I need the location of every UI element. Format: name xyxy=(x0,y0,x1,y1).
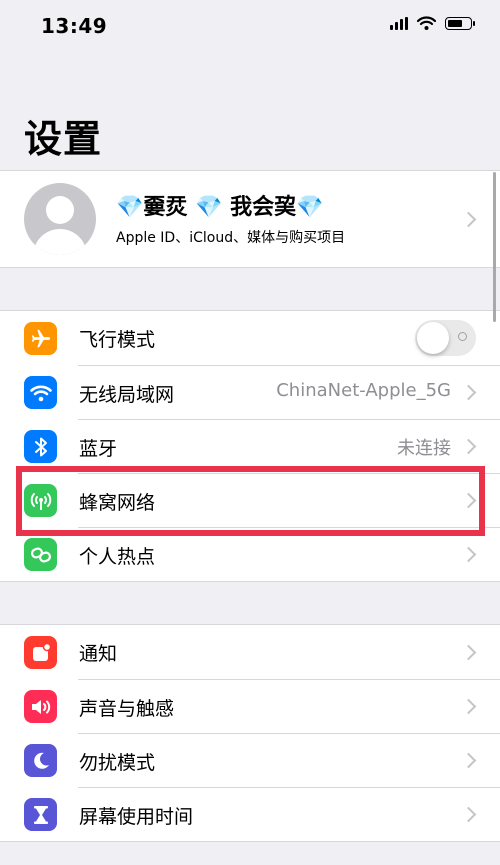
hotspot-icon xyxy=(24,538,57,571)
wifi-icon xyxy=(24,376,57,409)
row-label: 飞行模式 xyxy=(79,329,156,351)
settings-row-airplane-mode[interactable]: 飞行模式 xyxy=(0,311,500,365)
profile-subtitle: Apple ID、iCloud、媒体与购买项目 xyxy=(116,230,346,246)
status-icons xyxy=(390,16,475,30)
bluetooth-status: 未连接 xyxy=(397,438,451,459)
avatar xyxy=(24,183,96,255)
status-time: 13:49 xyxy=(41,14,108,38)
cellular-highlight-annotation xyxy=(16,466,485,536)
status-bar: 13:49 xyxy=(0,0,500,56)
settings-row-sounds[interactable]: 声音与触感 xyxy=(0,679,500,733)
row-label: 通知 xyxy=(79,643,118,665)
row-label: 蓝牙 xyxy=(79,438,118,460)
row-label: 个人热点 xyxy=(79,546,156,568)
settings-row-wifi[interactable]: 无线局域网 ChinaNet-Apple_5G xyxy=(0,365,500,419)
wifi-network-name: ChinaNet-Apple_5G xyxy=(276,380,451,401)
settings-row-screen-time[interactable]: 屏幕使用时间 xyxy=(0,787,500,841)
row-label: 勿扰模式 xyxy=(79,752,156,774)
speaker-icon xyxy=(24,690,57,723)
cellular-signal-icon xyxy=(390,16,408,30)
settings-row-bluetooth[interactable]: 蓝牙 未连接 xyxy=(0,419,500,473)
page-title: 设置 xyxy=(24,117,103,161)
airplane-icon xyxy=(24,322,57,355)
row-label: 无线局域网 xyxy=(79,384,175,406)
row-label: 声音与触感 xyxy=(79,698,175,720)
notifications-section: 通知 声音与触感 勿扰模式 屏幕使用时间 xyxy=(0,624,500,842)
wifi-status-icon xyxy=(417,16,436,30)
chevron-right-icon xyxy=(460,211,477,228)
hourglass-icon xyxy=(24,798,57,831)
profile-name: 💎嫑烎 💎 我会巭💎 xyxy=(116,195,324,220)
apple-id-card[interactable]: 💎嫑烎 💎 我会巭💎 Apple ID、iCloud、媒体与购买项目 xyxy=(0,170,500,268)
settings-row-notifications[interactable]: 通知 xyxy=(0,625,500,679)
battery-level xyxy=(448,19,462,27)
connectivity-section: 飞行模式 无线局域网 ChinaNet-Apple_5G 蓝牙 未连接 蜂窝网络… xyxy=(0,310,500,582)
settings-row-do-not-disturb[interactable]: 勿扰模式 xyxy=(0,733,500,787)
battery-icon xyxy=(445,16,475,30)
bluetooth-icon xyxy=(24,430,57,463)
scroll-indicator[interactable] xyxy=(493,172,496,322)
moon-icon xyxy=(24,744,57,777)
notification-icon xyxy=(24,636,57,669)
airplane-mode-toggle[interactable] xyxy=(415,320,476,356)
row-label: 屏幕使用时间 xyxy=(79,806,194,828)
